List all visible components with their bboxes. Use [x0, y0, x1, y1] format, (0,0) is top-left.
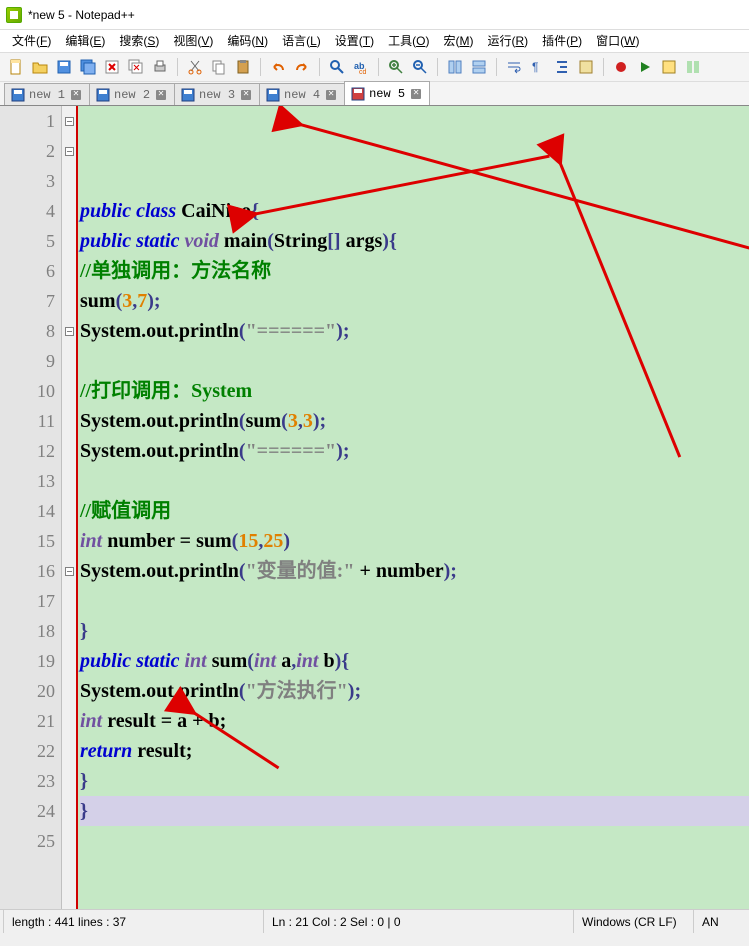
zoom-in-button[interactable]: [386, 57, 406, 77]
tab-new-5[interactable]: new 5✕: [344, 81, 430, 105]
menu-M[interactable]: 宏(M): [437, 30, 479, 52]
app-icon: [6, 7, 22, 23]
code-line[interactable]: int number = sum(15,25): [80, 526, 749, 556]
menu-O[interactable]: 工具(O): [382, 30, 435, 52]
save-all-button[interactable]: [78, 57, 98, 77]
open-file-button[interactable]: [30, 57, 50, 77]
tab-new-4[interactable]: new 4✕: [259, 83, 345, 105]
tab-strip: new 1✕new 2✕new 3✕new 4✕new 5✕: [0, 82, 749, 106]
svg-text:¶: ¶: [532, 60, 538, 74]
code-area[interactable]: public class CaiNiao{public static void …: [78, 106, 749, 909]
menu-W[interactable]: 窗口(W): [590, 30, 645, 52]
zoom-out-button[interactable]: [410, 57, 430, 77]
toolbar: abcd ¶: [0, 52, 749, 82]
code-editor[interactable]: 1234567891011121314151617181920212223242…: [0, 106, 749, 909]
macro-stop-button[interactable]: [659, 57, 679, 77]
tab-close-icon[interactable]: ✕: [71, 90, 81, 100]
code-line[interactable]: [80, 856, 749, 886]
code-line[interactable]: }: [80, 796, 749, 826]
macro-play-button[interactable]: [635, 57, 655, 77]
redo-button[interactable]: [292, 57, 312, 77]
code-line[interactable]: }: [80, 766, 749, 796]
menu-bar: 文件(F)编辑(E)搜索(S)视图(V)编码(N)语言(L)设置(T)工具(O)…: [0, 30, 749, 52]
tab-close-icon[interactable]: ✕: [156, 90, 166, 100]
code-line[interactable]: System.out.println("======");: [80, 436, 749, 466]
menu-L[interactable]: 语言(L): [276, 30, 327, 52]
fold-toggle[interactable]: [62, 106, 76, 136]
code-line[interactable]: int result = a + b;: [80, 706, 749, 736]
find-button[interactable]: [327, 57, 347, 77]
indent-guide-button[interactable]: [552, 57, 572, 77]
menu-R[interactable]: 运行(R): [481, 30, 534, 52]
title-bar: *new 5 - Notepad++: [0, 0, 749, 30]
code-line[interactable]: public class CaiNiao{: [80, 196, 749, 226]
replace-button[interactable]: abcd: [351, 57, 371, 77]
code-line[interactable]: //赋值调用: [80, 496, 749, 526]
sync-v-button[interactable]: [445, 57, 465, 77]
tab-new-3[interactable]: new 3✕: [174, 83, 260, 105]
menu-E[interactable]: 编辑(E): [59, 30, 111, 52]
code-line[interactable]: [80, 466, 749, 496]
tab-close-icon[interactable]: ✕: [411, 89, 421, 99]
sync-h-button[interactable]: [469, 57, 489, 77]
undo-button[interactable]: [268, 57, 288, 77]
save-button[interactable]: [54, 57, 74, 77]
menu-T[interactable]: 设置(T): [329, 30, 380, 52]
macro-multi-button[interactable]: [683, 57, 703, 77]
code-line[interactable]: [80, 346, 749, 376]
code-line[interactable]: return result;: [80, 736, 749, 766]
copy-button[interactable]: [209, 57, 229, 77]
svg-text:cd: cd: [359, 69, 367, 75]
code-line[interactable]: public static int sum(int a,int b){: [80, 646, 749, 676]
line-number-gutter: 1234567891011121314151617181920212223242…: [0, 106, 62, 909]
menu-P[interactable]: 插件(P): [536, 30, 588, 52]
code-line[interactable]: System.out.println("======");: [80, 316, 749, 346]
code-line[interactable]: System.out.println("变量的值:" + number);: [80, 556, 749, 586]
code-line[interactable]: //打印调用：System: [80, 376, 749, 406]
paste-button[interactable]: [233, 57, 253, 77]
status-encoding: AN: [694, 910, 727, 933]
close-all-button[interactable]: [126, 57, 146, 77]
menu-S[interactable]: 搜索(S): [113, 30, 165, 52]
window-title: *new 5 - Notepad++: [28, 8, 135, 22]
fold-column[interactable]: [62, 106, 78, 909]
code-line[interactable]: System.out.println("方法执行");: [80, 676, 749, 706]
tab-close-icon[interactable]: ✕: [326, 90, 336, 100]
code-line[interactable]: //单独调用：方法名称: [80, 256, 749, 286]
code-line[interactable]: [80, 586, 749, 616]
status-bar: length : 441 lines : 37 Ln : 21 Col : 2 …: [0, 909, 749, 933]
print-button[interactable]: [150, 57, 170, 77]
code-line[interactable]: sum(3,7);: [80, 286, 749, 316]
menu-V[interactable]: 视图(V): [167, 30, 219, 52]
wrap-button[interactable]: [504, 57, 524, 77]
status-eol: Windows (CR LF): [574, 910, 694, 933]
code-line[interactable]: System.out.println(sum(3,3);: [80, 406, 749, 436]
tab-new-2[interactable]: new 2✕: [89, 83, 175, 105]
code-line[interactable]: public static void main(String[] args){: [80, 226, 749, 256]
tab-close-icon[interactable]: ✕: [241, 90, 251, 100]
fold-toggle[interactable]: [62, 556, 76, 586]
macro-record-button[interactable]: [611, 57, 631, 77]
cut-button[interactable]: [185, 57, 205, 77]
fold-toggle[interactable]: [62, 316, 76, 346]
menu-N[interactable]: 编码(N): [221, 30, 274, 52]
menu-F[interactable]: 文件(F): [6, 30, 57, 52]
code-line[interactable]: }: [80, 616, 749, 646]
lang-button[interactable]: [576, 57, 596, 77]
status-length: length : 441 lines : 37: [4, 910, 264, 933]
code-line[interactable]: [80, 826, 749, 856]
fold-toggle[interactable]: [62, 136, 76, 166]
show-all-chars-button[interactable]: ¶: [528, 57, 548, 77]
status-position: Ln : 21 Col : 2 Sel : 0 | 0: [264, 910, 574, 933]
close-button[interactable]: [102, 57, 122, 77]
new-file-button[interactable]: [6, 57, 26, 77]
tab-new-1[interactable]: new 1✕: [4, 83, 90, 105]
